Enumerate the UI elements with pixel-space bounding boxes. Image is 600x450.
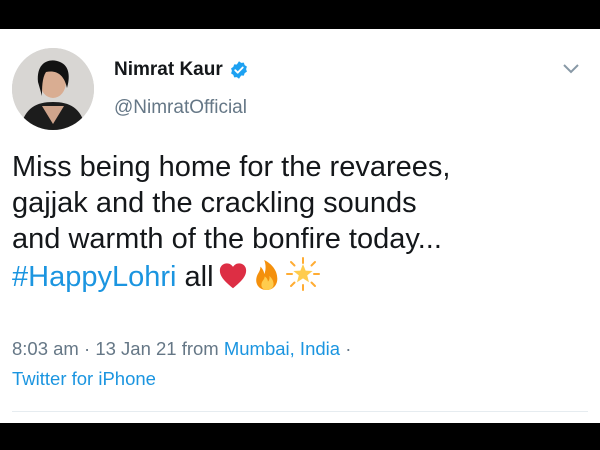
tweet-date[interactable]: 13 Jan 21: [95, 338, 176, 359]
divider: [12, 411, 588, 412]
author-name[interactable]: Nimrat Kaur: [114, 59, 223, 81]
red-heart-icon: [219, 263, 246, 289]
location-link[interactable]: Mumbai, India: [224, 338, 340, 359]
glowing-star-icon: [285, 257, 320, 291]
location-suffix: ·: [340, 338, 352, 359]
meta-separator: ·: [78, 338, 96, 359]
from-label: from: [176, 338, 224, 359]
source-link[interactable]: Twitter for iPhone: [12, 368, 156, 390]
verified-badge-icon: [230, 61, 247, 79]
hashtag-link[interactable]: #HappyLohri: [12, 261, 176, 293]
chevron-down-icon[interactable]: [562, 62, 580, 76]
avatar[interactable]: [12, 48, 94, 130]
tweet-meta: 8:03 am · 13 Jan 21 from Mumbai, India ·: [12, 338, 351, 360]
hashtag-suffix: all: [176, 261, 214, 293]
tweet-text-line: and warmth of the bonfire today...: [12, 223, 442, 255]
tweet-time[interactable]: 8:03 am: [12, 338, 79, 359]
author-name-row: Nimrat Kaur: [114, 59, 249, 81]
tweet-card: Nimrat Kaur @NimratOfficial Miss being h…: [0, 29, 600, 423]
tweet-text-line: Miss being home for the revarees,: [12, 151, 451, 183]
fire-icon: [255, 260, 277, 290]
tweet-text: Miss being home for the revarees, gajjak…: [12, 149, 572, 295]
tweet-hashtag-line: #HappyLohri all: [12, 257, 572, 295]
tweet-text-line: gajjak and the crackling sounds: [12, 187, 417, 219]
avatar-photo: [12, 48, 94, 130]
author-handle[interactable]: @NimratOfficial: [114, 97, 247, 119]
